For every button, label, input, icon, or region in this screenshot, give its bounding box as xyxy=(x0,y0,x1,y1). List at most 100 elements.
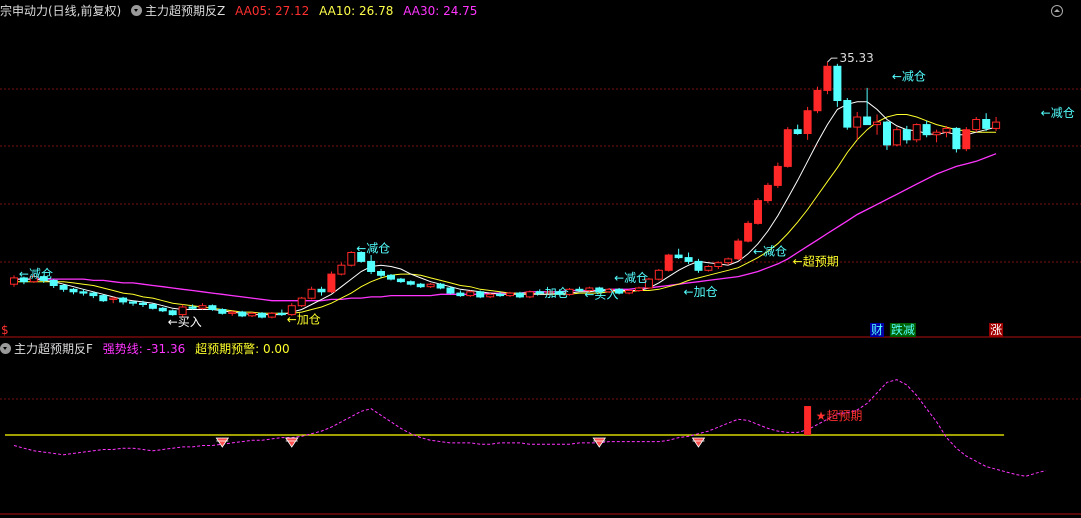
candle xyxy=(49,279,58,286)
candle xyxy=(515,292,524,298)
strong-line xyxy=(13,379,1046,477)
max-pointer xyxy=(827,57,838,63)
candle xyxy=(476,291,485,298)
signal-annotation: ←减仓 xyxy=(19,267,53,281)
candle xyxy=(446,287,455,294)
candle xyxy=(823,65,832,91)
candle xyxy=(912,124,921,141)
candle xyxy=(168,310,177,316)
candle xyxy=(69,288,78,293)
candle xyxy=(813,89,822,112)
ma10-line xyxy=(14,114,997,314)
candle xyxy=(317,288,326,293)
candle xyxy=(734,240,743,260)
candle xyxy=(396,278,405,283)
candle xyxy=(525,291,534,298)
candle xyxy=(773,165,782,186)
candle xyxy=(496,293,505,297)
candle xyxy=(932,131,941,136)
price-marker: $ xyxy=(1,323,9,337)
candle xyxy=(506,292,514,297)
signal-annotation: ←加仓 xyxy=(287,313,321,327)
kline-chart[interactable]: $ 35.33 ←减仓←买入 ←加仓←减仓←加仓 ←买入←减仓←加仓←减仓←超预期←… xyxy=(0,0,1081,518)
signal-badge: 涨 xyxy=(990,322,1002,337)
signal-annotation: ←减仓 xyxy=(753,244,787,258)
candle xyxy=(337,264,346,275)
candle xyxy=(744,222,753,242)
candle xyxy=(218,309,227,314)
candle xyxy=(654,269,663,280)
candle xyxy=(486,293,495,298)
signal-badge: 财 xyxy=(871,323,883,337)
candle xyxy=(59,285,68,290)
candle xyxy=(763,184,772,202)
candle xyxy=(575,288,584,292)
candle xyxy=(922,124,931,136)
candle xyxy=(664,254,673,271)
candle xyxy=(148,304,157,309)
diamond-icon xyxy=(215,437,230,448)
moving-averages xyxy=(14,101,997,316)
candles: 35.33 xyxy=(10,51,1001,319)
signal-annotation: ←减仓 xyxy=(356,242,390,256)
candle xyxy=(625,290,633,294)
candle xyxy=(883,121,891,146)
candle xyxy=(327,273,336,293)
signal-annotation: ←加仓 xyxy=(684,285,718,299)
candle xyxy=(248,312,257,317)
candle xyxy=(258,312,266,318)
candle xyxy=(962,129,971,150)
signal-annotation: ←减仓 xyxy=(1041,106,1075,120)
candle xyxy=(972,119,981,131)
candle xyxy=(684,257,693,262)
candle xyxy=(843,100,852,128)
candle xyxy=(466,291,475,297)
sub-chart: ★超预期 xyxy=(5,379,1046,477)
candle xyxy=(208,305,217,311)
candle xyxy=(267,312,276,318)
candle xyxy=(198,305,207,309)
candle xyxy=(863,116,872,126)
candle xyxy=(873,121,881,126)
candle xyxy=(426,283,435,288)
signal-badge: 跌减 xyxy=(891,322,915,337)
candle xyxy=(724,258,733,264)
candle xyxy=(694,260,703,271)
candle xyxy=(387,274,395,280)
signal-annotation: ←买入 xyxy=(168,315,202,329)
candle xyxy=(803,110,812,134)
candle xyxy=(992,121,1001,129)
candle xyxy=(674,254,683,259)
candle xyxy=(297,297,306,307)
candle xyxy=(10,277,18,285)
annotations: ←减仓 ←买入 ←加仓 ←减仓 ←加仓 ←买入 ←减仓 ←加仓 ←减仓 ←超预期 ←减仓 ←减仓财 跌减… xyxy=(19,69,1075,337)
candle xyxy=(129,301,137,304)
candle xyxy=(277,312,286,316)
ma5-line xyxy=(14,101,997,316)
candle xyxy=(307,288,316,299)
candle xyxy=(99,295,108,302)
candle xyxy=(952,127,961,150)
candle xyxy=(158,307,167,312)
max-price-label: 35.33 xyxy=(839,51,873,65)
candle xyxy=(367,260,376,272)
candle xyxy=(416,283,425,288)
candle xyxy=(347,252,356,266)
signal-annotation: ←买入 xyxy=(584,287,618,301)
candle xyxy=(436,283,445,289)
signal-annotation: ←加仓 xyxy=(535,286,569,300)
candle xyxy=(635,287,643,291)
diamond-icon xyxy=(691,437,706,448)
candle xyxy=(853,116,862,128)
candle xyxy=(754,200,762,224)
candle xyxy=(79,291,88,294)
candle xyxy=(833,65,842,102)
candle xyxy=(892,129,901,146)
candle xyxy=(783,129,792,167)
candle xyxy=(178,306,187,316)
candle xyxy=(228,311,237,314)
candle xyxy=(89,292,98,297)
ma30-line xyxy=(14,153,997,302)
surprise-bar xyxy=(804,406,812,435)
candle xyxy=(704,266,713,271)
